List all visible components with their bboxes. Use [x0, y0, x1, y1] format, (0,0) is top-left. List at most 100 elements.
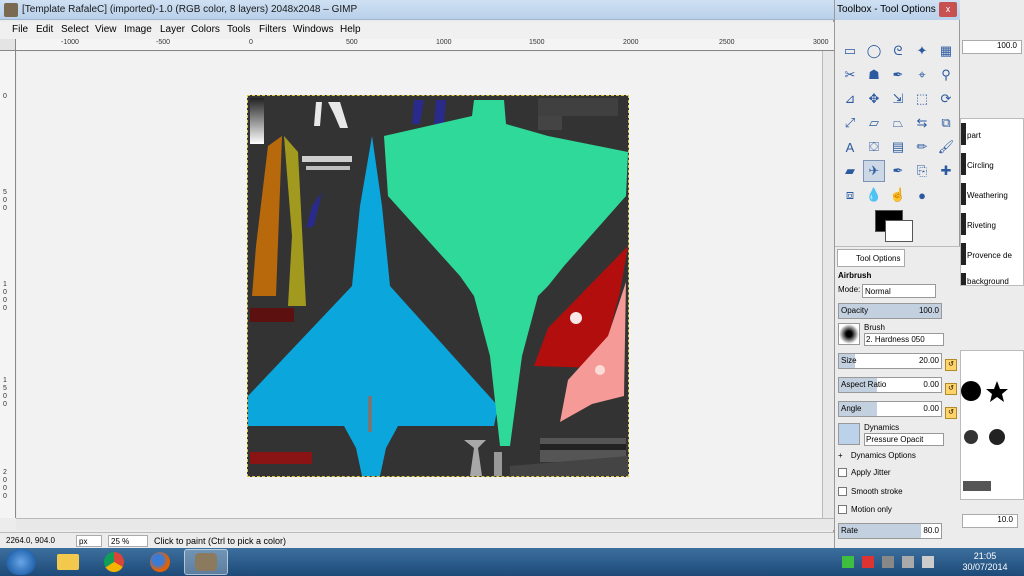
opacity-value: 100.0	[918, 306, 939, 315]
taskbar-firefox[interactable]	[138, 549, 182, 575]
menu-filters[interactable]: Filters	[259, 24, 286, 35]
menu-windows[interactable]: Windows	[293, 24, 334, 35]
mode-dropdown[interactable]: Normal	[862, 284, 936, 298]
ink-tool-icon[interactable]: ✒	[887, 160, 909, 182]
eraser-tool-icon[interactable]: ▰	[839, 160, 861, 182]
scale-tool-icon[interactable]: ⤢	[839, 112, 861, 134]
bucket-fill-tool-icon[interactable]: ⛋	[863, 136, 885, 158]
perspective-tool-icon[interactable]: ⏢	[887, 112, 909, 134]
blur-tool-icon[interactable]: 💧	[863, 184, 885, 206]
smooth-stroke-checkbox[interactable]	[838, 487, 847, 496]
menu-edit[interactable]: Edit	[36, 24, 53, 35]
layer-item[interactable]: background	[967, 277, 1009, 286]
dodge-burn-tool-icon[interactable]: ●	[911, 184, 933, 206]
dynamics-name[interactable]: Pressure Opacit	[864, 433, 944, 446]
opacity-slider[interactable]: Opacity 100.0	[838, 303, 942, 319]
rotate-tool-icon[interactable]: ⟳	[935, 88, 957, 110]
reset-size-button[interactable]: ↺	[945, 359, 957, 371]
network-icon[interactable]	[902, 556, 914, 568]
measure-tool-icon[interactable]: ⊿	[839, 88, 861, 110]
pencil-tool-icon[interactable]: ✏	[911, 136, 933, 158]
tray-icon[interactable]	[862, 556, 874, 568]
zoom-selector[interactable]: 25 %	[108, 535, 148, 547]
text-tool-icon[interactable]: A	[839, 136, 861, 158]
unit-selector[interactable]: px	[76, 535, 102, 547]
cage-tool-icon[interactable]: ⧉	[935, 112, 957, 134]
menu-tools[interactable]: Tools	[227, 24, 250, 35]
tray-icon[interactable]	[882, 556, 894, 568]
free-select-tool-icon[interactable]: ᘓ	[887, 40, 909, 62]
angle-slider[interactable]: Angle 0.00	[838, 401, 942, 417]
menu-view[interactable]: View	[95, 24, 117, 35]
vertical-scrollbar[interactable]	[822, 51, 834, 518]
apply-jitter-checkbox[interactable]	[838, 468, 847, 477]
rate-slider[interactable]: Rate 80.0	[838, 523, 942, 539]
horizontal-ruler[interactable]: -1000 -500 0 500 1000 1500 2000 2500 300…	[16, 39, 834, 51]
foreground-select-tool-icon[interactable]: ☗	[863, 64, 885, 86]
zoom-tool-icon[interactable]: ⚲	[935, 64, 957, 86]
close-button[interactable]: x	[939, 2, 957, 17]
align-tool-icon[interactable]: ⇲	[887, 88, 909, 110]
layer-item[interactable]: Circling	[967, 161, 994, 170]
taskbar-clock[interactable]: 21:05 30/07/2014	[950, 551, 1020, 573]
menu-image[interactable]: Image	[124, 24, 152, 35]
layer-item[interactable]: part	[967, 131, 981, 140]
reset-angle-button[interactable]: ↺	[945, 407, 957, 419]
heal-tool-icon[interactable]: ✚	[935, 160, 957, 182]
background-color-swatch[interactable]	[885, 220, 913, 242]
horizontal-scrollbar[interactable]	[16, 518, 834, 530]
taskbar-explorer[interactable]	[46, 549, 90, 575]
layer-item[interactable]: Weathering	[967, 191, 1008, 200]
volume-icon[interactable]	[922, 556, 934, 568]
brushes-grid[interactable]	[960, 350, 1024, 500]
select-by-color-tool-icon[interactable]: ▦	[935, 40, 957, 62]
layer-item[interactable]: Provence de	[967, 251, 1012, 260]
color-picker-tool-icon[interactable]: ⌖	[911, 64, 933, 86]
menu-layer[interactable]: Layer	[160, 24, 185, 35]
dock-value-bottom[interactable]: 10.0	[962, 514, 1018, 528]
menu-select[interactable]: Select	[61, 24, 89, 35]
texture-image[interactable]	[247, 95, 629, 477]
tray-icon[interactable]	[842, 556, 854, 568]
fuzzy-select-tool-icon[interactable]: ✦	[911, 40, 933, 62]
dynamics-options-expander[interactable]: + Dynamics Options	[838, 451, 942, 467]
clone-tool-icon[interactable]: ⎘	[911, 160, 933, 182]
taskbar-chrome[interactable]	[92, 549, 136, 575]
menu-file[interactable]: File	[12, 24, 28, 35]
rect-select-tool-icon[interactable]: ▭	[839, 40, 861, 62]
smooth-stroke-label: Smooth stroke	[851, 487, 903, 496]
dock-value-top[interactable]: 100.0	[962, 40, 1022, 54]
toolbox-titlebar[interactable]: Toolbox - Tool Options x	[835, 0, 961, 20]
ruler-corner[interactable]	[0, 39, 16, 51]
aspect-ratio-slider[interactable]: Aspect Ratio 0.00	[838, 377, 942, 393]
blend-tool-icon[interactable]: ▤	[887, 136, 909, 158]
size-slider[interactable]: Size 20.00	[838, 353, 942, 369]
paths-tool-icon[interactable]: ✒	[887, 64, 909, 86]
airbrush-tool-icon[interactable]: ✈	[863, 160, 885, 182]
motion-only-checkbox[interactable]	[838, 505, 847, 514]
ellipse-select-tool-icon[interactable]: ◯	[863, 40, 885, 62]
flip-tool-icon[interactable]: ⇆	[911, 112, 933, 134]
vertical-ruler[interactable]: 0 5 0 0 1 0 0 0 1 5 0 0 2 0 0 0	[0, 51, 16, 518]
scissors-tool-icon[interactable]: ✂	[839, 64, 861, 86]
smudge-tool-icon[interactable]: ☝	[887, 184, 909, 206]
taskbar-gimp[interactable]	[184, 549, 228, 575]
crop-tool-icon[interactable]: ⬚	[911, 88, 933, 110]
brush-selector[interactable]: Brush 2. Hardness 050	[838, 323, 944, 347]
dynamics-icon[interactable]	[838, 423, 860, 445]
brush-name[interactable]: 2. Hardness 050	[864, 333, 944, 346]
perspective-clone-tool-icon[interactable]: ⧈	[839, 184, 861, 206]
paintbrush-tool-icon[interactable]: 🖌	[935, 136, 957, 158]
menu-help[interactable]: Help	[340, 24, 361, 35]
ruler-label: 1500	[529, 39, 545, 46]
start-button[interactable]	[6, 549, 36, 575]
reset-aspect-button[interactable]: ↺	[945, 383, 957, 395]
dynamics-selector[interactable]: Dynamics Pressure Opacit	[838, 423, 944, 447]
window-titlebar[interactable]: [Template RafaleC] (imported)-1.0 (RGB c…	[0, 0, 834, 20]
shear-tool-icon[interactable]: ▱	[863, 112, 885, 134]
brush-preview[interactable]	[838, 323, 860, 345]
layer-item[interactable]: Riveting	[967, 221, 996, 230]
menu-colors[interactable]: Colors	[191, 24, 220, 35]
move-tool-icon[interactable]: ✥	[863, 88, 885, 110]
tab-tool-options[interactable]: Tool Options	[837, 249, 905, 267]
